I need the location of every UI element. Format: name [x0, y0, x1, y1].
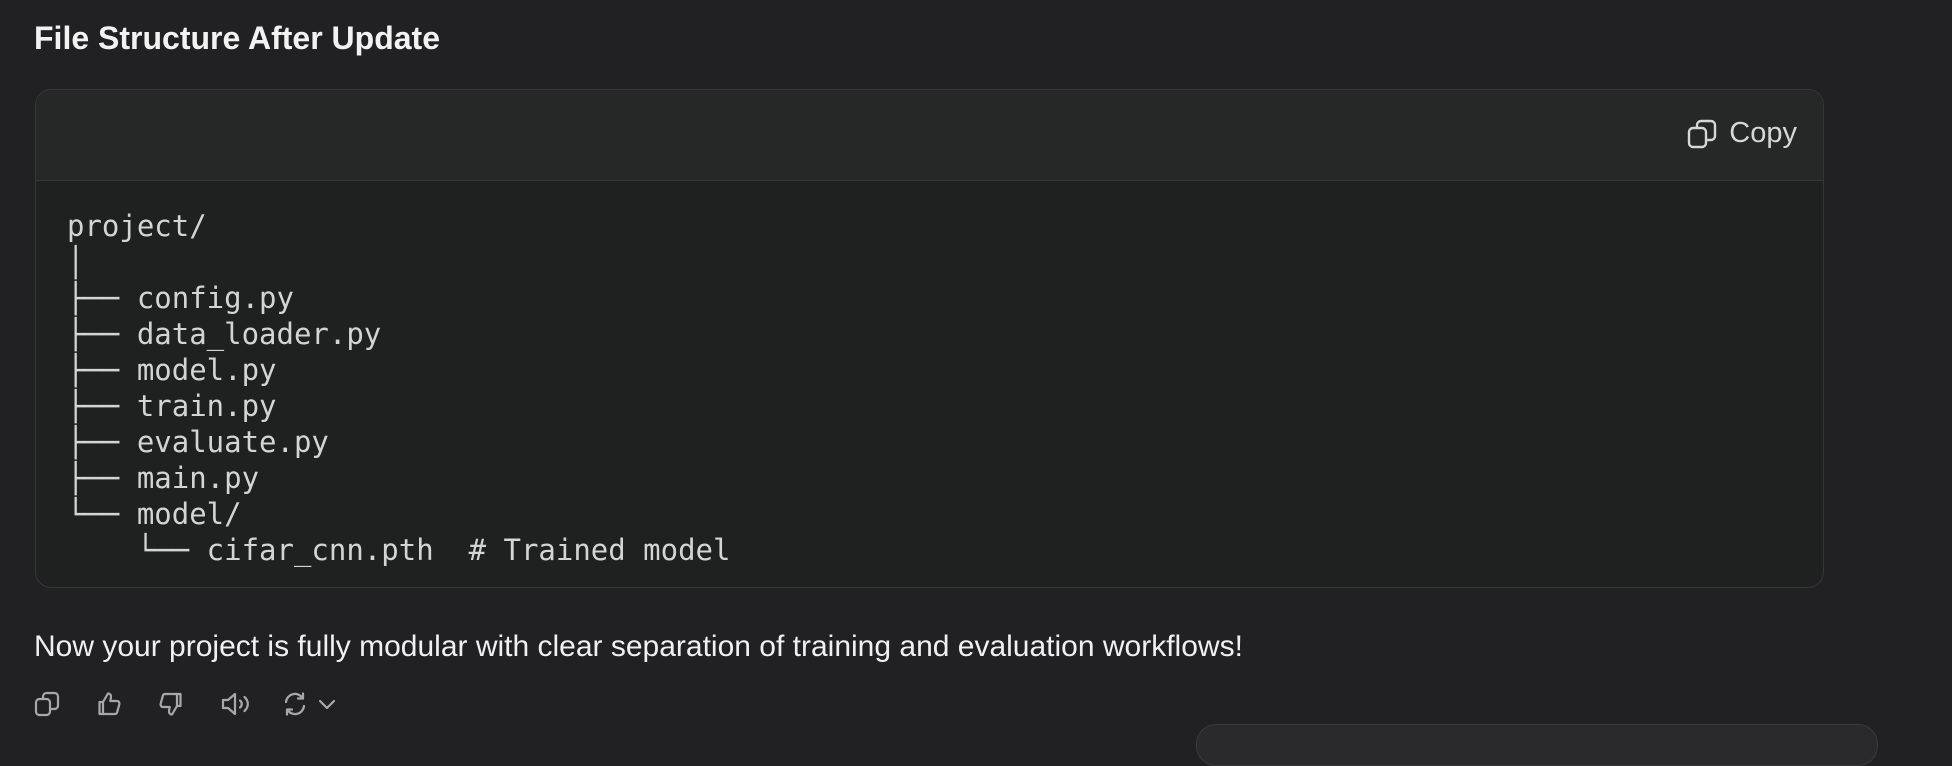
regenerate-button[interactable] [282, 688, 372, 720]
code-line: ├── config.py [67, 281, 294, 315]
code-content[interactable]: project/│ ├── config.py ├── data_loader.py… [36, 181, 1823, 568]
code-line: │ [67, 245, 85, 279]
code-line: ├── main.py [67, 461, 260, 495]
copy-message-button[interactable] [34, 688, 96, 720]
message-actions [34, 688, 372, 720]
code-line: ├── train.py [67, 389, 277, 423]
thumbs-down-button[interactable] [158, 688, 220, 720]
code-line: ├── data_loader.py [67, 317, 382, 351]
message-composer[interactable] [1196, 724, 1878, 766]
thumbs-up-button[interactable] [96, 688, 158, 720]
copy-button-label: Copy [1729, 117, 1797, 149]
code-line: ├── evaluate.py [67, 425, 329, 459]
code-line: └── cifar_cnn.pth # Trained model [67, 533, 731, 567]
section-heading: File Structure After Update [34, 20, 440, 56]
chevron-down-icon [316, 693, 338, 715]
copy-icon [34, 691, 60, 717]
thumbs-up-icon [96, 691, 122, 717]
copy-code-button[interactable]: Copy [1687, 117, 1797, 150]
code-block: Copy project/│ ├── config.py ├── data_load… [35, 89, 1824, 588]
code-line: ├── model.py [67, 353, 277, 387]
code-line: project/ [67, 209, 207, 243]
copy-icon [1687, 119, 1717, 149]
regenerate-icon [282, 691, 308, 717]
read-aloud-button[interactable] [220, 688, 282, 720]
code-block-header: Copy [36, 90, 1823, 181]
speaker-icon [220, 691, 250, 717]
code-line: └── model/ [67, 497, 242, 531]
thumbs-down-icon [158, 691, 184, 717]
summary-text: Now your project is fully modular with c… [34, 630, 1243, 663]
